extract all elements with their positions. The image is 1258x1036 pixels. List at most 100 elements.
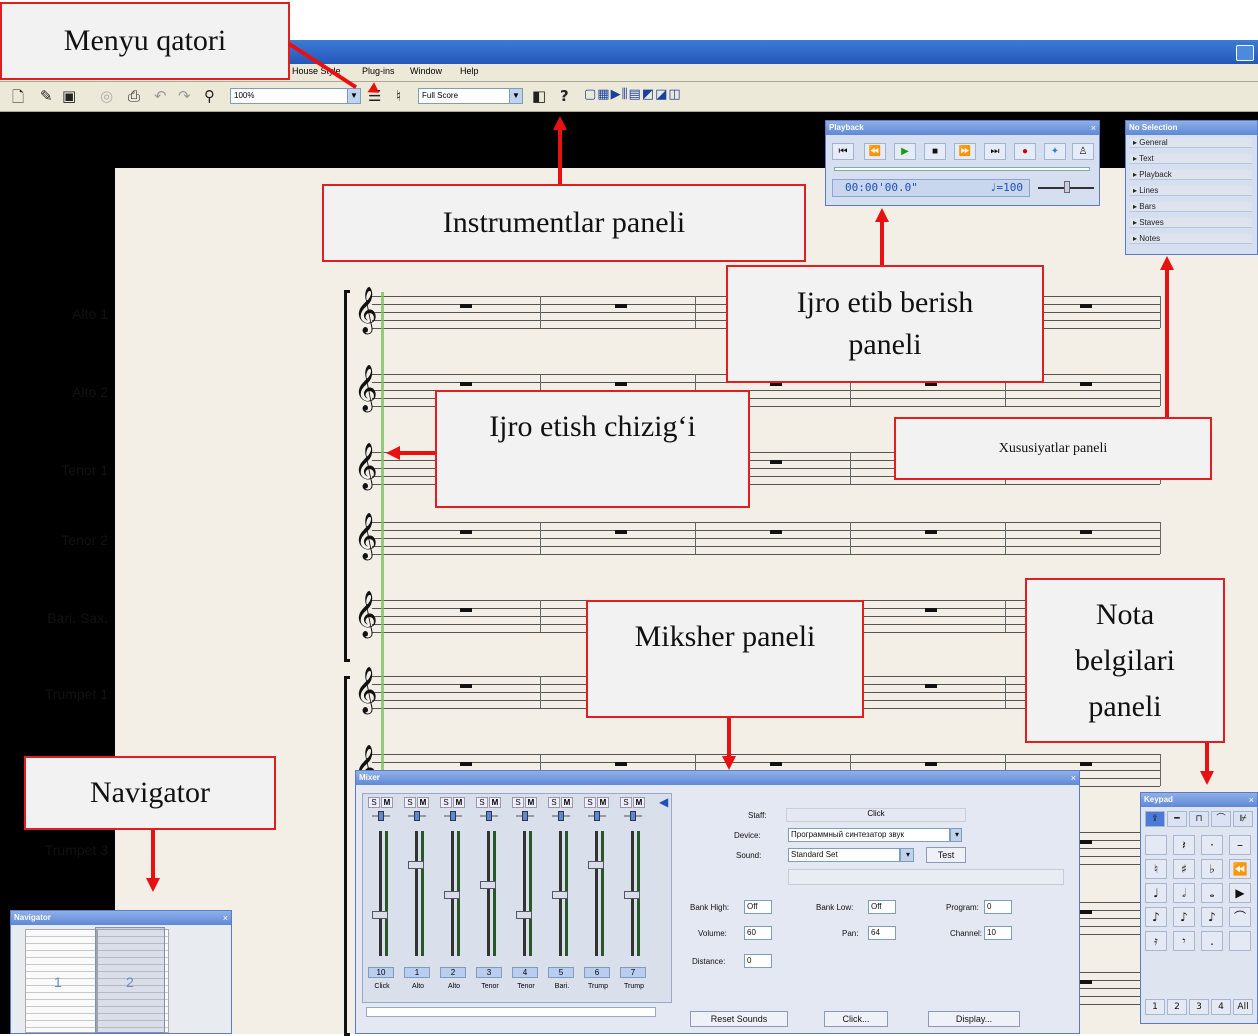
mute-button[interactable]: M [417, 797, 429, 808]
solo-button[interactable]: S [512, 797, 524, 808]
whole-rest[interactable] [460, 382, 472, 386]
window-minimize-button[interactable] [1236, 45, 1254, 61]
solo-button[interactable]: S [620, 797, 632, 808]
stop-icon[interactable]: ■ [924, 143, 946, 160]
bank-low-field[interactable]: Off [868, 900, 896, 914]
keypad-key[interactable]: ♭ [1201, 859, 1223, 879]
playback-position-slider[interactable] [834, 167, 1090, 171]
volume-fader-thumb[interactable] [588, 861, 604, 869]
whole-rest[interactable] [615, 762, 627, 766]
pan-slider-thumb[interactable] [558, 811, 564, 821]
reset-sounds-button[interactable]: Reset Sounds [690, 1011, 788, 1027]
properties-section-lines[interactable]: ▸ Lines [1129, 186, 1252, 196]
keypad-key[interactable]: ♪ [1145, 907, 1167, 927]
solo-button[interactable]: S [584, 797, 596, 808]
volume-fader-thumb[interactable] [444, 891, 460, 899]
pan-slider-thumb[interactable] [450, 811, 456, 821]
click-button[interactable]: Click... [824, 1011, 888, 1027]
whole-rest[interactable] [1080, 980, 1092, 984]
view-select[interactable]: Full Score [418, 88, 510, 104]
keypad-key[interactable]: ⏪ [1229, 859, 1251, 879]
mute-button[interactable]: M [381, 797, 393, 808]
open-file-icon[interactable]: ✎ [40, 87, 53, 105]
whole-rest[interactable] [460, 684, 472, 688]
properties-section-staves[interactable]: ▸ Staves [1129, 218, 1252, 228]
parts-icon[interactable]: ◧ [532, 87, 546, 105]
volume-field[interactable]: 60 [744, 926, 772, 940]
performance-icon[interactable]: ♙ [1072, 143, 1094, 160]
keypad-key[interactable]: ▶ [1229, 883, 1251, 903]
properties-section-bars[interactable]: ▸ Bars [1129, 202, 1252, 212]
program-field[interactable]: 0 [984, 900, 1012, 914]
mixer-expand-icon[interactable]: ◀ [659, 795, 668, 809]
whole-rest[interactable] [925, 608, 937, 612]
mute-button[interactable]: M [525, 797, 537, 808]
print-icon[interactable]: ⎙ [128, 87, 140, 105]
whole-rest[interactable] [925, 762, 937, 766]
mute-button[interactable]: M [633, 797, 645, 808]
whole-rest[interactable] [770, 530, 782, 534]
zoom-dropdown-arrow[interactable]: ▼ [347, 88, 361, 104]
keypad-layout-tab[interactable]: 2 [1167, 999, 1187, 1015]
rewind-icon[interactable]: ⏪ [864, 143, 886, 160]
redo-icon[interactable]: ↷ [178, 87, 191, 105]
view-dropdown-arrow[interactable]: ▼ [509, 88, 523, 104]
playback-close-icon[interactable]: × [1091, 121, 1096, 135]
keypad-key[interactable]: 𝄽 [1173, 835, 1195, 855]
volume-fader-thumb[interactable] [624, 891, 640, 899]
new-file-icon[interactable]: 🗋 [12, 87, 24, 112]
mute-button[interactable]: M [597, 797, 609, 808]
channel-field[interactable]: 10 [984, 926, 1012, 940]
volume-fader-thumb[interactable] [516, 911, 532, 919]
menu-window[interactable]: Window [410, 66, 442, 76]
keypad-layout-tab[interactable]: 3 [1189, 999, 1209, 1015]
test-button[interactable]: Test [926, 847, 966, 863]
navigator-page-1[interactable]: 1 [25, 929, 97, 1033]
pan-field[interactable]: 64 [868, 926, 896, 940]
pan-slider-thumb[interactable] [378, 811, 384, 821]
whole-rest[interactable] [1080, 530, 1092, 534]
mute-button[interactable]: M [453, 797, 465, 808]
device-select[interactable]: Программный синтезатор звук [788, 828, 950, 842]
whole-rest[interactable] [615, 304, 627, 308]
pan-slider-thumb[interactable] [486, 811, 492, 821]
whole-rest[interactable] [925, 530, 937, 534]
properties-section-notes[interactable]: ▸ Notes [1129, 234, 1252, 244]
keypad-key[interactable]: 𝄿 [1145, 931, 1167, 951]
whole-rest[interactable] [615, 382, 627, 386]
save-icon[interactable]: ▣ [62, 87, 76, 105]
keypad-key[interactable]: ⊓ [1189, 811, 1209, 827]
mute-button[interactable]: M [561, 797, 573, 808]
keypad-key[interactable]: ⌒ [1211, 811, 1231, 827]
volume-fader-thumb[interactable] [372, 911, 388, 919]
menu-plug-ins[interactable]: Plug-ins [362, 66, 395, 76]
pan-slider-thumb[interactable] [414, 811, 420, 821]
tempo-slider-thumb[interactable] [1064, 181, 1070, 193]
properties-section-playback[interactable]: ▸ Playback [1129, 170, 1252, 180]
keypad-key[interactable]: – [1229, 835, 1251, 855]
volume-fader-thumb[interactable] [408, 861, 424, 869]
keypad-key[interactable]: 𝅝 [1201, 883, 1223, 903]
keypad-close-icon[interactable]: × [1249, 793, 1254, 807]
whole-rest[interactable] [460, 304, 472, 308]
fast-forward-icon[interactable]: ⏩ [954, 143, 976, 160]
mute-button[interactable]: M [489, 797, 501, 808]
whole-rest[interactable] [1080, 762, 1092, 766]
properties-section-general[interactable]: ▸ General [1129, 138, 1252, 148]
keypad-key[interactable] [1145, 835, 1167, 855]
whole-rest[interactable] [925, 684, 937, 688]
whole-rest[interactable] [1080, 382, 1092, 386]
sound-select[interactable]: Standard Set [788, 848, 900, 862]
live-playback-icon[interactable]: ✦ [1044, 143, 1066, 160]
keypad-key[interactable]: ⊮ [1233, 811, 1253, 827]
window-toggle-icons[interactable]: ▢▦▶⫼▤◩◪◫ [584, 87, 682, 102]
undo-icon[interactable]: ↶ [154, 87, 167, 105]
play-icon[interactable]: ▶ [894, 143, 916, 160]
mixer-close-icon[interactable]: × [1071, 771, 1076, 785]
keypad-key[interactable]: · [1201, 835, 1223, 855]
sound-dropdown-arrow[interactable]: ▾ [900, 848, 914, 862]
bank-high-field[interactable]: Off [744, 900, 772, 914]
whole-rest[interactable] [460, 608, 472, 612]
whole-rest[interactable] [770, 762, 782, 766]
solo-button[interactable]: S [548, 797, 560, 808]
